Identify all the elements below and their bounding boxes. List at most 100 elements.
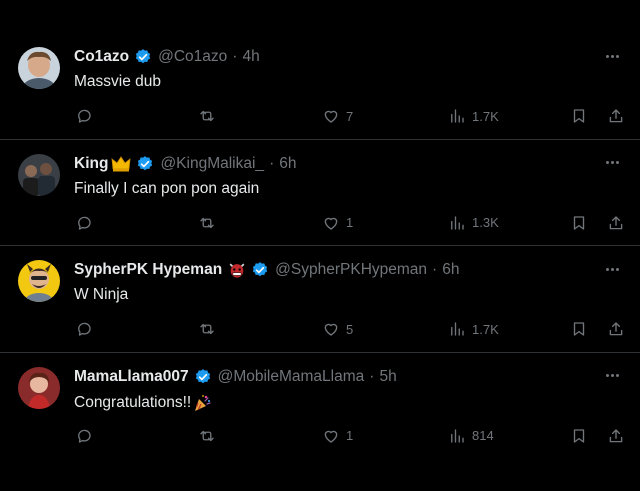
tweet-actions: 5 1.7K (0, 320, 640, 342)
bookmark-icon (570, 427, 588, 445)
share-icon (607, 107, 625, 125)
retweet-button[interactable] (198, 320, 216, 338)
like-count: 1 (346, 215, 354, 230)
reply-button[interactable] (75, 320, 93, 338)
reply-icon (75, 320, 93, 338)
reply-button[interactable] (75, 427, 93, 445)
like-count: 1 (346, 428, 354, 443)
tweet-text-content: W Ninja (74, 286, 129, 303)
tweet[interactable]: SypherPK Hypeman @SypherPKHypeman · 6h W… (0, 246, 640, 353)
heart-icon (322, 427, 340, 445)
heart-icon (322, 107, 340, 125)
retweet-button[interactable] (198, 107, 216, 125)
separator-dot: · (369, 367, 375, 385)
timestamp[interactable]: 6h (279, 155, 296, 173)
tweet-text-content: Congratulations!! (74, 393, 192, 411)
share-button[interactable] (607, 427, 625, 445)
share-button[interactable] (607, 320, 625, 338)
tweet-text: Massvie dub (74, 73, 161, 91)
tweet-text: Finally I can pon pon again (74, 180, 259, 198)
display-name[interactable]: Co1azo (74, 48, 129, 66)
tweet-text-content: Massvie dub (74, 73, 162, 90)
user-handle[interactable]: @Co1azo (158, 48, 227, 66)
user-handle[interactable]: @KingMalikai_ (160, 155, 264, 173)
tweet[interactable]: Co1azo @Co1azo · 4h Massvie dub 7 1.7K (0, 33, 640, 140)
share-button[interactable] (607, 107, 625, 125)
bookmark-icon (570, 320, 588, 338)
tweet-feed: Co1azo @Co1azo · 4h Massvie dub 7 1.7K K… (0, 33, 640, 459)
views-icon (448, 214, 466, 232)
views-icon (448, 107, 466, 125)
retweet-icon (198, 427, 216, 445)
more-options-icon[interactable] (602, 156, 622, 170)
crown-icon (111, 155, 131, 172)
timestamp[interactable]: 6h (442, 261, 459, 279)
tweet-text: Congratulations!! (74, 393, 212, 413)
bookmark-button[interactable] (570, 320, 588, 338)
views-button[interactable]: 1.7K (448, 320, 499, 338)
separator-dot: · (432, 261, 438, 278)
bookmark-button[interactable] (570, 107, 588, 125)
display-name[interactable]: MamaLlama007 (74, 368, 189, 386)
reply-icon (75, 214, 93, 232)
like-button[interactable]: 1 (322, 427, 353, 445)
tweet-text: W Ninja (74, 286, 128, 304)
like-button[interactable]: 5 (322, 320, 353, 338)
avatar[interactable] (18, 366, 60, 409)
tweet-text-content: Finally I can pon pon again (74, 179, 260, 197)
share-button[interactable] (607, 214, 625, 232)
reply-icon (75, 427, 93, 445)
tweet-actions: 1 814 (0, 427, 640, 449)
reply-button[interactable] (75, 214, 93, 232)
avatar[interactable] (18, 153, 60, 196)
avatar[interactable] (18, 47, 60, 89)
reply-icon (75, 107, 93, 125)
view-count: 814 (472, 428, 494, 443)
bookmark-button[interactable] (570, 214, 588, 232)
retweet-icon (198, 107, 216, 125)
tweet[interactable]: King @KingMalikai_ · 6h Finally I can po… (0, 140, 640, 246)
retweet-icon (198, 214, 216, 232)
ogre-icon (228, 261, 246, 279)
bookmark-button[interactable] (570, 427, 588, 445)
verified-badge-icon (134, 48, 152, 66)
share-icon (607, 320, 625, 338)
tweet[interactable]: MamaLlama007 @MobileMamaLlama · 5h Congr… (0, 353, 640, 460)
share-icon (607, 427, 625, 445)
separator-dot: · (232, 48, 238, 65)
like-button[interactable]: 7 (322, 107, 353, 125)
verified-badge-icon (136, 155, 154, 173)
avatar[interactable] (18, 260, 60, 302)
views-icon (448, 320, 466, 338)
verified-badge-icon (194, 368, 212, 386)
views-button[interactable]: 1.3K (448, 214, 499, 232)
more-options-icon[interactable] (602, 49, 622, 63)
separator-dot: · (269, 154, 275, 172)
timestamp[interactable]: 5h (379, 368, 396, 386)
bookmark-icon (570, 107, 588, 125)
share-icon (607, 214, 625, 232)
more-options-icon[interactable] (602, 262, 622, 276)
verified-badge-icon (251, 261, 269, 279)
display-name[interactable]: SypherPK Hypeman (74, 261, 222, 279)
view-count: 1.7K (472, 108, 499, 124)
views-button[interactable]: 814 (448, 427, 494, 445)
more-options-icon[interactable] (602, 369, 622, 383)
retweet-button[interactable] (198, 214, 216, 232)
retweet-button[interactable] (198, 427, 216, 445)
view-count: 1.3K (472, 215, 499, 230)
views-icon (448, 427, 466, 445)
user-handle[interactable]: @SypherPKHypeman (275, 261, 427, 279)
display-name[interactable]: King (74, 155, 108, 173)
user-handle[interactable]: @MobileMamaLlama (218, 368, 365, 386)
bookmark-icon (570, 214, 588, 232)
retweet-icon (198, 320, 216, 338)
views-button[interactable]: 1.7K (448, 107, 499, 125)
view-count: 1.7K (472, 321, 499, 337)
like-count: 7 (346, 108, 354, 124)
tweet-actions: 7 1.7K (0, 107, 640, 129)
timestamp[interactable]: 4h (242, 48, 259, 66)
like-button[interactable]: 1 (322, 214, 353, 232)
heart-icon (322, 320, 340, 338)
reply-button[interactable] (75, 107, 93, 125)
